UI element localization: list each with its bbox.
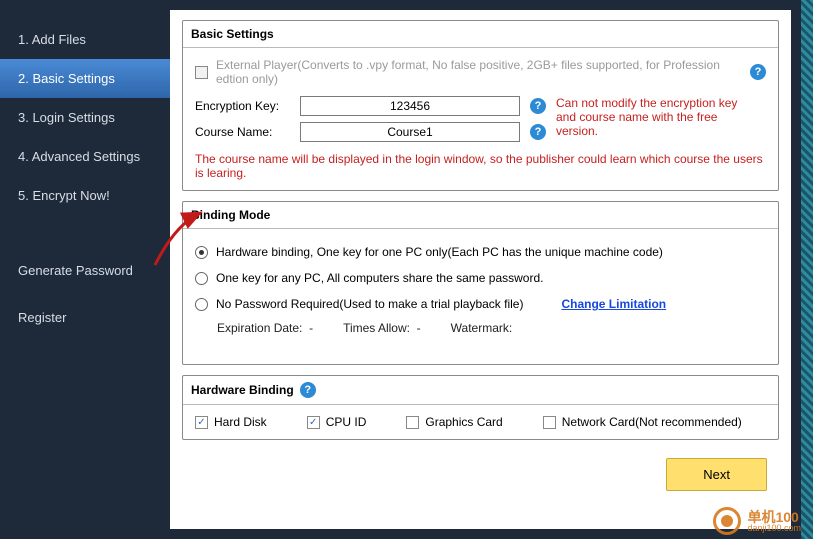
sidebar-item-add-files[interactable]: 1. Add Files <box>0 20 170 59</box>
encryption-key-label: Encryption Key: <box>195 99 290 113</box>
sidebar-item-encrypt-now[interactable]: 5. Encrypt Now! <box>0 176 170 215</box>
basic-settings-panel: Basic Settings External Player(Converts … <box>182 20 779 191</box>
right-decorative-strip <box>801 0 813 539</box>
external-player-label: External Player(Converts to .vpy format,… <box>216 58 742 86</box>
watermark-label: Watermark: <box>451 321 513 335</box>
radio-no-password[interactable] <box>195 298 208 311</box>
external-player-checkbox[interactable] <box>195 66 208 79</box>
expiration-label: Expiration Date: <box>217 321 302 335</box>
sidebar-item-basic-settings[interactable]: 2. Basic Settings <box>0 59 170 98</box>
sidebar-item-advanced-settings[interactable]: 4. Advanced Settings <box>0 137 170 176</box>
help-icon[interactable]: ? <box>530 124 546 140</box>
expiration-value: - <box>309 321 313 335</box>
encryption-key-input[interactable] <box>300 96 520 116</box>
network-card-label: Network Card(Not recommended) <box>562 415 742 429</box>
sidebar: 1. Add Files 2. Basic Settings 3. Login … <box>0 0 170 539</box>
next-button[interactable]: Next <box>666 458 767 491</box>
hardware-binding-title: Hardware Binding <box>191 383 294 397</box>
site-watermark: 单机100 danji100.com <box>713 507 801 535</box>
radio-no-password-label: No Password Required(Used to make a tria… <box>216 297 523 311</box>
logo-icon <box>713 507 741 535</box>
logo-main-text: 单机100 <box>747 510 801 524</box>
hardware-binding-panel: Hardware Binding ? ✓ Hard Disk ✓ CPU ID … <box>182 375 779 440</box>
cpu-id-checkbox[interactable]: ✓ <box>307 416 320 429</box>
course-name-input[interactable] <box>300 122 520 142</box>
basic-settings-title: Basic Settings <box>183 21 778 48</box>
times-allow-label: Times Allow: <box>343 321 410 335</box>
main-panel: Basic Settings External Player(Converts … <box>170 10 791 529</box>
graphics-card-label: Graphics Card <box>425 415 502 429</box>
radio-hardware-binding-label: Hardware binding, One key for one PC onl… <box>216 245 663 259</box>
sidebar-link-generate-password[interactable]: Generate Password <box>0 251 170 290</box>
hard-disk-label: Hard Disk <box>214 415 267 429</box>
radio-any-pc[interactable] <box>195 272 208 285</box>
logo-sub-text: danji100.com <box>747 524 801 533</box>
cpu-id-label: CPU ID <box>326 415 367 429</box>
graphics-card-checkbox[interactable] <box>406 416 419 429</box>
course-name-label: Course Name: <box>195 125 290 139</box>
course-name-note: The course name will be displayed in the… <box>195 152 766 180</box>
times-allow-value: - <box>417 321 421 335</box>
binding-mode-title: Binding Mode <box>183 202 778 229</box>
help-icon[interactable]: ? <box>530 98 546 114</box>
hard-disk-checkbox[interactable]: ✓ <box>195 416 208 429</box>
sidebar-link-register[interactable]: Register <box>0 298 170 337</box>
sidebar-item-login-settings[interactable]: 3. Login Settings <box>0 98 170 137</box>
help-icon[interactable]: ? <box>750 64 766 80</box>
encryption-warning: Can not modify the encryption key and co… <box>556 96 756 138</box>
help-icon[interactable]: ? <box>300 382 316 398</box>
radio-hardware-binding[interactable] <box>195 246 208 259</box>
radio-any-pc-label: One key for any PC, All computers share … <box>216 271 543 285</box>
network-card-checkbox[interactable] <box>543 416 556 429</box>
change-limitation-link[interactable]: Change Limitation <box>561 297 666 311</box>
binding-mode-panel: Binding Mode Hardware binding, One key f… <box>182 201 779 365</box>
